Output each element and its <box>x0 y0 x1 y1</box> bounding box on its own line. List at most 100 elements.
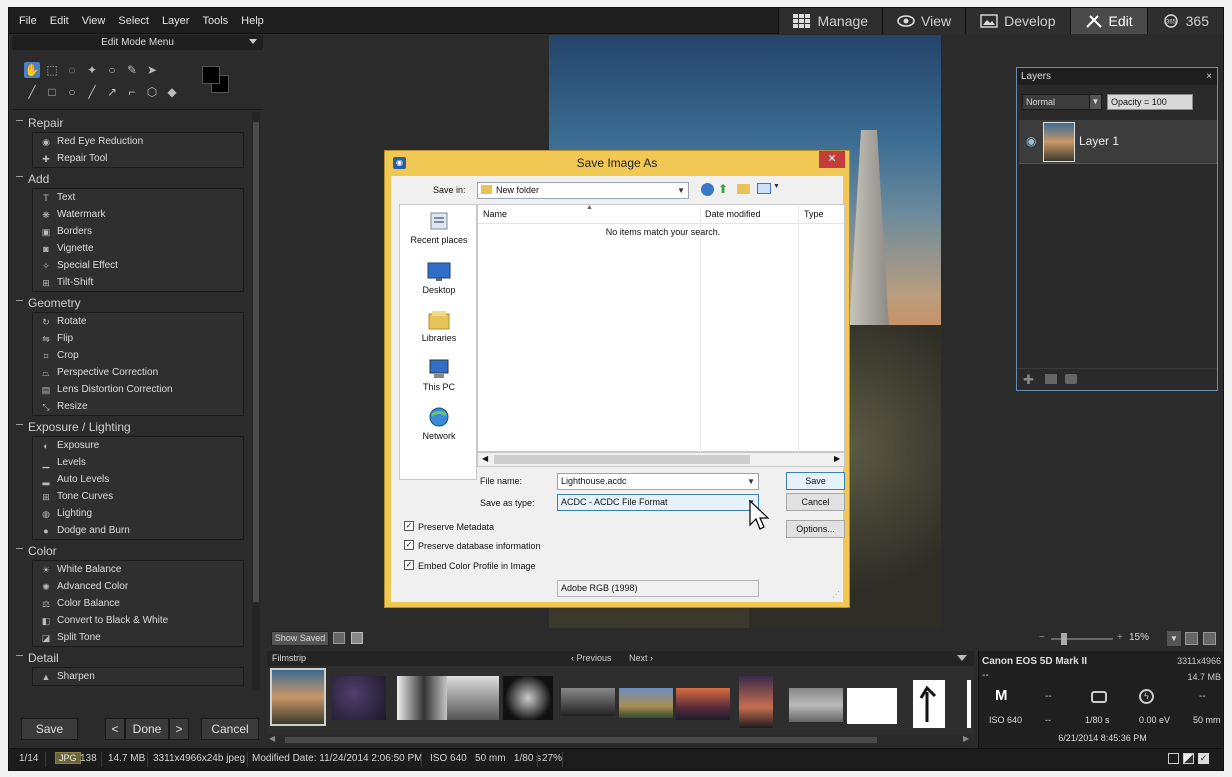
tool-split-tone[interactable]: ◪ Split Tone <box>33 629 243 646</box>
magic-wand-icon[interactable]: ✦ <box>84 62 100 78</box>
scrollbar-thumb[interactable] <box>494 455 750 464</box>
section-exposure-lighting[interactable]: Exposure / Lighting <box>12 416 250 436</box>
done-button[interactable]: Done <box>125 718 169 740</box>
scroll-right-icon[interactable]: ▶ <box>834 454 840 463</box>
tool-tilt-shift[interactable]: ⊞ Tilt-Shift <box>33 274 243 291</box>
file-name-input[interactable]: Lighthouse.acdc ▼ <box>557 473 759 490</box>
visibility-eye-icon[interactable]: ◉ <box>1026 134 1036 148</box>
tool-white-balance[interactable]: ☀ White Balance <box>33 561 243 578</box>
menu-tools[interactable]: Tools <box>202 15 228 27</box>
lasso-icon[interactable]: ○ <box>104 62 120 78</box>
place-this-pc[interactable]: This PC <box>400 358 478 392</box>
checkmark-icon[interactable]: ✓ <box>1198 753 1209 764</box>
camera-icon[interactable] <box>1065 374 1077 384</box>
rotate-select-icon[interactable]: ◌ <box>64 62 80 78</box>
mode-tab-manage[interactable]: Manage <box>778 8 883 34</box>
chevron-down-icon[interactable]: ▼ <box>1089 94 1102 110</box>
file-list-scrollbar[interactable]: ◀ ▶ <box>477 452 845 467</box>
view-mode-icon[interactable] <box>1168 753 1179 764</box>
tool-tone-curves[interactable]: ⊞ Tone Curves <box>33 488 243 505</box>
back-icon[interactable] <box>701 183 714 196</box>
ellipse-icon[interactable]: ○ <box>64 84 80 100</box>
filmstrip-thumbnail[interactable] <box>447 676 499 720</box>
foreground-color-swatch[interactable] <box>202 66 220 84</box>
menu-view[interactable]: View <box>82 15 106 27</box>
histogram-toggle-icon[interactable] <box>351 632 363 644</box>
tool-advanced-color[interactable]: ✺ Advanced Color <box>33 578 243 595</box>
show-saved-button[interactable]: Show Saved <box>271 631 329 646</box>
tool-color-balance[interactable]: ⚖ Color Balance <box>33 595 243 612</box>
scroll-left-icon[interactable]: ◀ <box>269 734 275 743</box>
tool-convert-black-white[interactable]: ◧ Convert to Black & White <box>33 612 243 629</box>
up-folder-icon[interactable]: ⬆ <box>718 182 728 196</box>
embed-color-profile-checkbox[interactable]: ✓ <box>404 560 414 570</box>
polyline-icon[interactable]: ⌐ <box>124 84 140 100</box>
chevron-down-icon[interactable]: ▼ <box>773 183 780 190</box>
transform-tool-icon[interactable]: ⬚ <box>44 62 60 78</box>
menu-select[interactable]: Select <box>118 15 149 27</box>
tool-lighting[interactable]: ◍ Lighting <box>33 505 243 522</box>
place-libraries[interactable]: Libraries <box>400 309 478 343</box>
tool-lens-distortion-correction[interactable]: ▤ Lens Distortion Correction <box>33 381 243 398</box>
mode-tab-view[interactable]: View <box>882 8 966 34</box>
tool-special-effect[interactable]: ✧ Special Effect <box>33 257 243 274</box>
move-arrow-icon[interactable]: ➤ <box>144 62 160 78</box>
view-menu-icon[interactable] <box>757 183 771 194</box>
file-list[interactable]: Name ▲ Date modified Type No items match… <box>477 204 845 453</box>
add-layer-icon[interactable]: ✚ <box>1023 372 1034 388</box>
hand-tool-icon[interactable]: ✋ <box>24 62 40 78</box>
zoom-slider-thumb[interactable] <box>1061 633 1067 645</box>
menu-edit[interactable]: Edit <box>50 15 69 27</box>
section-detail[interactable]: Detail <box>12 647 250 667</box>
filmstrip-next[interactable]: Next › <box>629 653 653 663</box>
tool-auto-levels[interactable]: ▂ Auto Levels <box>33 471 243 488</box>
tool-crop[interactable]: ⌗ Crop <box>33 347 243 364</box>
filmstrip-thumbnail[interactable] <box>332 676 386 720</box>
save-in-dropdown[interactable]: New folder ▼ <box>477 182 689 199</box>
place-network[interactable]: Network <box>400 407 478 441</box>
menu-file[interactable]: File <box>19 15 37 27</box>
tool-exposure[interactable]: ◐ Exposure <box>33 437 243 454</box>
place-desktop[interactable]: Desktop <box>400 261 478 295</box>
section-color[interactable]: Color <box>12 540 250 560</box>
filmstrip-thumbnail[interactable] <box>847 688 897 724</box>
menu-help[interactable]: Help <box>241 15 264 27</box>
scroll-left-icon[interactable]: ◀ <box>482 454 488 463</box>
chevron-down-icon[interactable]: ▼ <box>747 474 755 489</box>
eyedropper-icon[interactable]: ╱ <box>24 84 40 100</box>
tool-text[interactable]: T Text <box>33 189 243 206</box>
tool-levels[interactable]: ▁ Levels <box>33 454 243 471</box>
compare-view-icon[interactable] <box>1183 753 1194 764</box>
dialog-close-button[interactable]: ✕ <box>819 151 845 168</box>
section-geometry[interactable]: Geometry <box>12 292 250 312</box>
scroll-right-icon[interactable]: ▶ <box>963 734 969 743</box>
mode-tab-edit[interactable]: Edit <box>1069 8 1147 34</box>
tool-watermark[interactable]: ❋ Watermark <box>33 206 243 223</box>
eraser-icon[interactable]: ◆ <box>164 84 180 100</box>
tool-flip[interactable]: ⇋ Flip <box>33 330 243 347</box>
filmstrip-thumbnail[interactable] <box>789 688 843 722</box>
scrollbar-thumb[interactable] <box>253 122 259 602</box>
filmstrip-thumbnail[interactable] <box>503 676 553 720</box>
fit-screen-icon[interactable] <box>1203 632 1216 645</box>
options-button[interactable]: Options... <box>786 520 845 538</box>
column-name[interactable]: Name <box>483 209 507 219</box>
left-panel-scrollbar[interactable] <box>252 112 260 690</box>
tool-borders[interactable]: ▣ Borders <box>33 223 243 240</box>
tool-sharpen[interactable]: ▲ Sharpen <box>33 668 243 685</box>
resize-grip-icon[interactable]: ⋰ <box>832 590 840 599</box>
filmstrip-previous[interactable]: ‹ Previous <box>571 653 612 663</box>
arrow-icon[interactable]: ↗ <box>104 84 120 100</box>
tool-dodge-and-burn[interactable]: ● Dodge and Burn <box>33 522 243 539</box>
filmstrip-scrollbar[interactable]: ◀ ▶ <box>267 734 974 746</box>
filmstrip-thumbnail[interactable] <box>967 680 971 728</box>
layer-row[interactable]: ◉ Layer 1 <box>1019 120 1217 164</box>
filmstrip-thumbnail[interactable] <box>913 680 945 728</box>
dialog-cancel-button[interactable]: Cancel <box>786 493 845 511</box>
column-date-modified[interactable]: Date modified <box>705 209 761 219</box>
compare-icon[interactable] <box>333 632 345 644</box>
zoom-dropdown-icon[interactable]: ▼ <box>1167 631 1181 646</box>
previous-image-button[interactable]: < <box>105 718 125 740</box>
tool-repair[interactable]: ✚ Repair Tool <box>33 150 243 167</box>
cancel-button[interactable]: Cancel <box>201 718 259 740</box>
